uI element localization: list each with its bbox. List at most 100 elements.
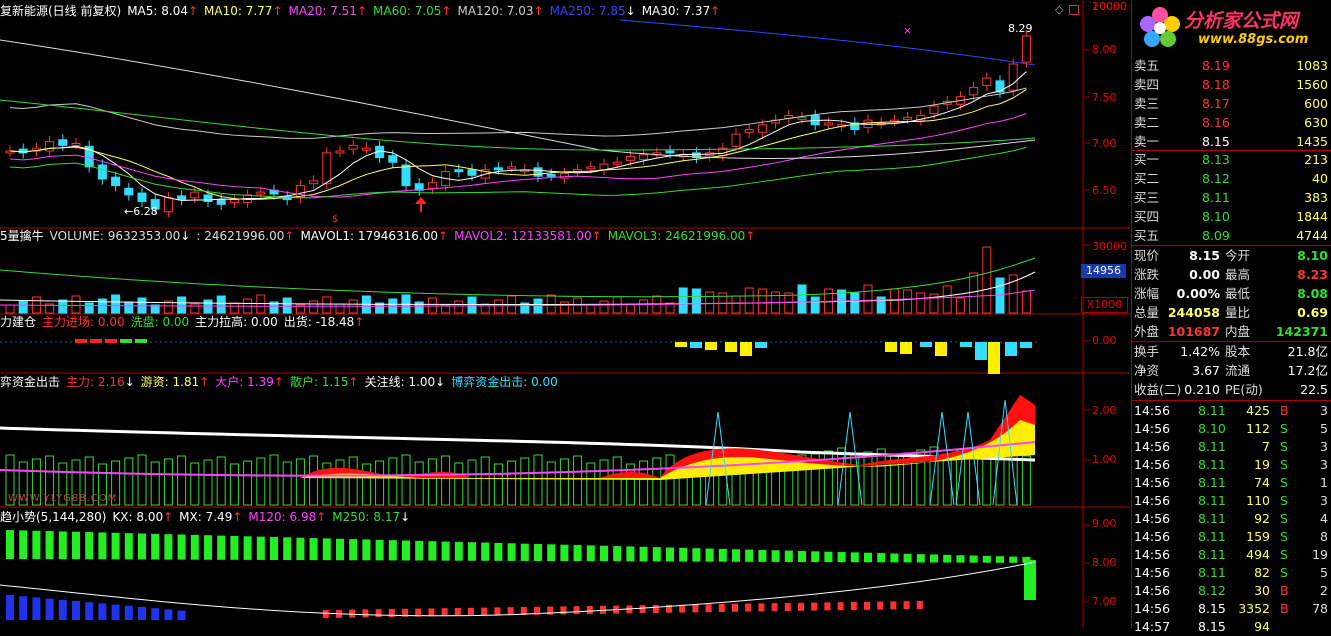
distribution-bar: [675, 342, 687, 347]
trend-bar: [190, 534, 199, 560]
trade-side: S: [1280, 565, 1288, 580]
trend-arrow-icon: ↑: [438, 229, 449, 243]
trend-bar: [388, 540, 397, 561]
accumulation-header: 力建仓 主力进场: 0.00 洗盘: 0.00 主力拉高: 0.00 出货: -18.4…: [0, 314, 370, 330]
trend-bar: [204, 535, 212, 560]
mavol3-line: [0, 257, 1036, 298]
candlestick: [1021, 35, 1031, 63]
level-volume: 383: [1304, 190, 1328, 205]
trend-bar: [890, 553, 899, 563]
order-book-row: 买二 8.12 40: [1134, 169, 1330, 188]
trend-up-bar: [758, 603, 765, 612]
candlestick: [216, 199, 226, 205]
indicator-value: 洗盘: 0.00: [130, 315, 190, 329]
trade-volume: 3352: [1238, 601, 1270, 616]
volume-bar: [559, 301, 569, 314]
distribution-bar: [975, 342, 987, 360]
trend-bar: [930, 554, 938, 563]
level-price: 8.16: [1202, 115, 1230, 130]
distribution-bar: [690, 342, 702, 348]
trend-bar: [72, 531, 80, 560]
trend-bar: [138, 533, 146, 560]
quote-row: 涨幅 0.00% 最低 8.08: [1134, 284, 1330, 303]
trend-bar: [784, 550, 793, 562]
trend-arrow-icon: ↑: [187, 4, 199, 18]
signal-bar: [90, 339, 102, 343]
candlestick: [995, 80, 1005, 93]
trade-price: 8.11: [1198, 529, 1226, 544]
trend-bar: [837, 552, 846, 563]
level-price: 8.18: [1202, 77, 1230, 92]
signal-bar: [120, 339, 132, 343]
trade-volume: 494: [1246, 547, 1270, 562]
trade-volume: 94: [1254, 619, 1270, 634]
trade-count: 19: [1312, 547, 1328, 562]
trend-up-bar: [824, 602, 831, 611]
indicator-value: MAVOL3: 24621996.00: [607, 229, 746, 243]
volume-bar: [757, 288, 767, 314]
volume-bar: [322, 296, 332, 314]
trend-up-bar: [600, 605, 606, 614]
trade-time: 14:56: [1134, 511, 1171, 526]
trade-side: S: [1280, 529, 1288, 544]
volume-bar: [58, 299, 68, 314]
candlestick: [256, 191, 266, 195]
logo-url[interactable]: www.88gs.com: [1198, 32, 1308, 47]
level-volume: 4744: [1296, 228, 1328, 243]
fund-bar: [190, 462, 200, 506]
fund-bar: [467, 459, 477, 506]
stat-value: 1.42%: [1180, 344, 1220, 359]
quote-label: 最低: [1225, 286, 1251, 301]
volume-bar: [731, 295, 741, 314]
low-price-label: ←6.28: [124, 205, 158, 218]
trend-bar: [600, 545, 608, 562]
stat-label: 换手: [1134, 344, 1160, 359]
fund-bar: [507, 460, 517, 506]
trend-up-bar: [441, 608, 448, 617]
volume-bar: [982, 246, 992, 314]
level-volume: 40: [1312, 171, 1328, 186]
y-tick-label: 8.00: [1092, 556, 1117, 569]
quote-label: 现价: [1134, 248, 1160, 263]
trend-arrow-icon: ↑: [316, 510, 327, 524]
trend-bar: [362, 539, 371, 561]
trade-count: 3: [1320, 493, 1328, 508]
volume-bar: [190, 303, 200, 314]
trend-bar: [771, 550, 780, 562]
trade-price: 8.11: [1198, 511, 1226, 526]
trend-up-bar: [322, 610, 329, 618]
candlestick: [744, 128, 754, 133]
candlestick: [639, 154, 649, 160]
trend-bar: [613, 546, 622, 562]
volume-bar: [863, 284, 873, 314]
distribution-bar: [885, 342, 897, 352]
corner-square-icon[interactable]: [1069, 5, 1079, 15]
trend-up-bar: [903, 601, 910, 610]
fund-bar: [256, 457, 266, 506]
fund-bar: [216, 456, 226, 506]
candlestick: [111, 176, 121, 187]
volume-bar: [705, 291, 715, 314]
indicator-value: MA5: 8.04: [127, 4, 188, 18]
trend-down-bar: [177, 610, 186, 620]
candlestick: [190, 191, 200, 199]
quote-value: 8.08: [1297, 286, 1328, 301]
corner-diamond-icon[interactable]: ◇: [1055, 3, 1063, 16]
quote-value: 142371: [1275, 324, 1328, 339]
fund-bar: [388, 457, 398, 506]
fund-bar: [427, 458, 437, 506]
trade-price: 8.11: [1198, 565, 1226, 580]
trend-bar: [758, 549, 767, 562]
buy-arrow-icon: [415, 197, 427, 212]
stat-row: 净资 3.67 流通 17.2亿: [1134, 361, 1330, 380]
distribution-bar: [755, 342, 767, 348]
trend-bar: [494, 542, 503, 561]
signal-marker: ×: [903, 24, 912, 37]
level-volume: 213: [1304, 152, 1328, 167]
trend-up-bar: [705, 604, 712, 613]
trend-bar: [745, 549, 754, 562]
trade-count: 3: [1320, 439, 1328, 454]
stat-value: 22.5: [1300, 382, 1328, 397]
fund-bar: [269, 454, 279, 506]
trend-arrow-icon: ↑: [441, 4, 452, 18]
